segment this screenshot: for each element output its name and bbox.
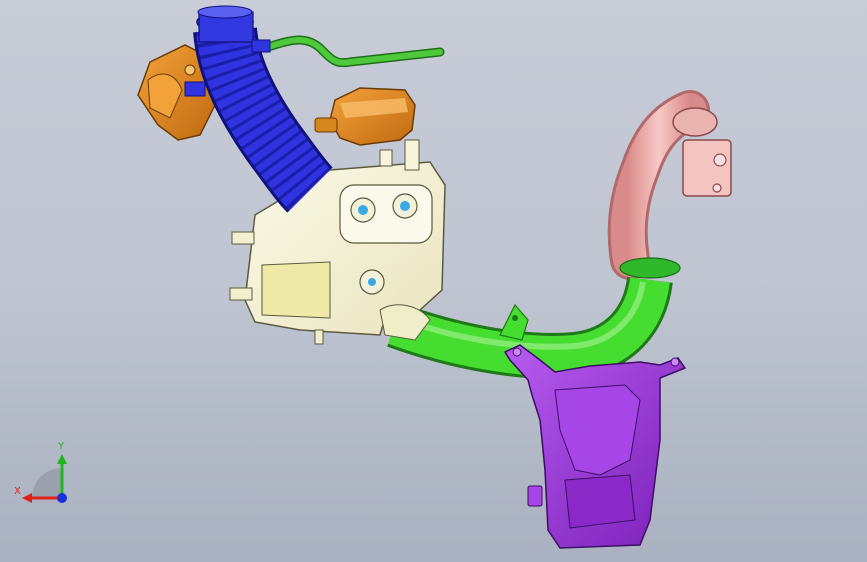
lower-resonator-box[interactable] — [503, 344, 687, 549]
elbow-pipe[interactable] — [607, 90, 732, 280]
triad-graphic — [22, 454, 67, 503]
cad-viewport[interactable]: Y X — [0, 0, 867, 562]
x-axis-label: X — [14, 486, 21, 497]
breather-tube[interactable] — [260, 35, 445, 68]
y-axis-label: Y — [58, 441, 65, 452]
resonator-right[interactable] — [314, 87, 416, 146]
z-axis-dot — [57, 493, 67, 503]
assembly-model[interactable] — [0, 0, 867, 562]
coordinate-triad: Y X — [12, 440, 82, 510]
